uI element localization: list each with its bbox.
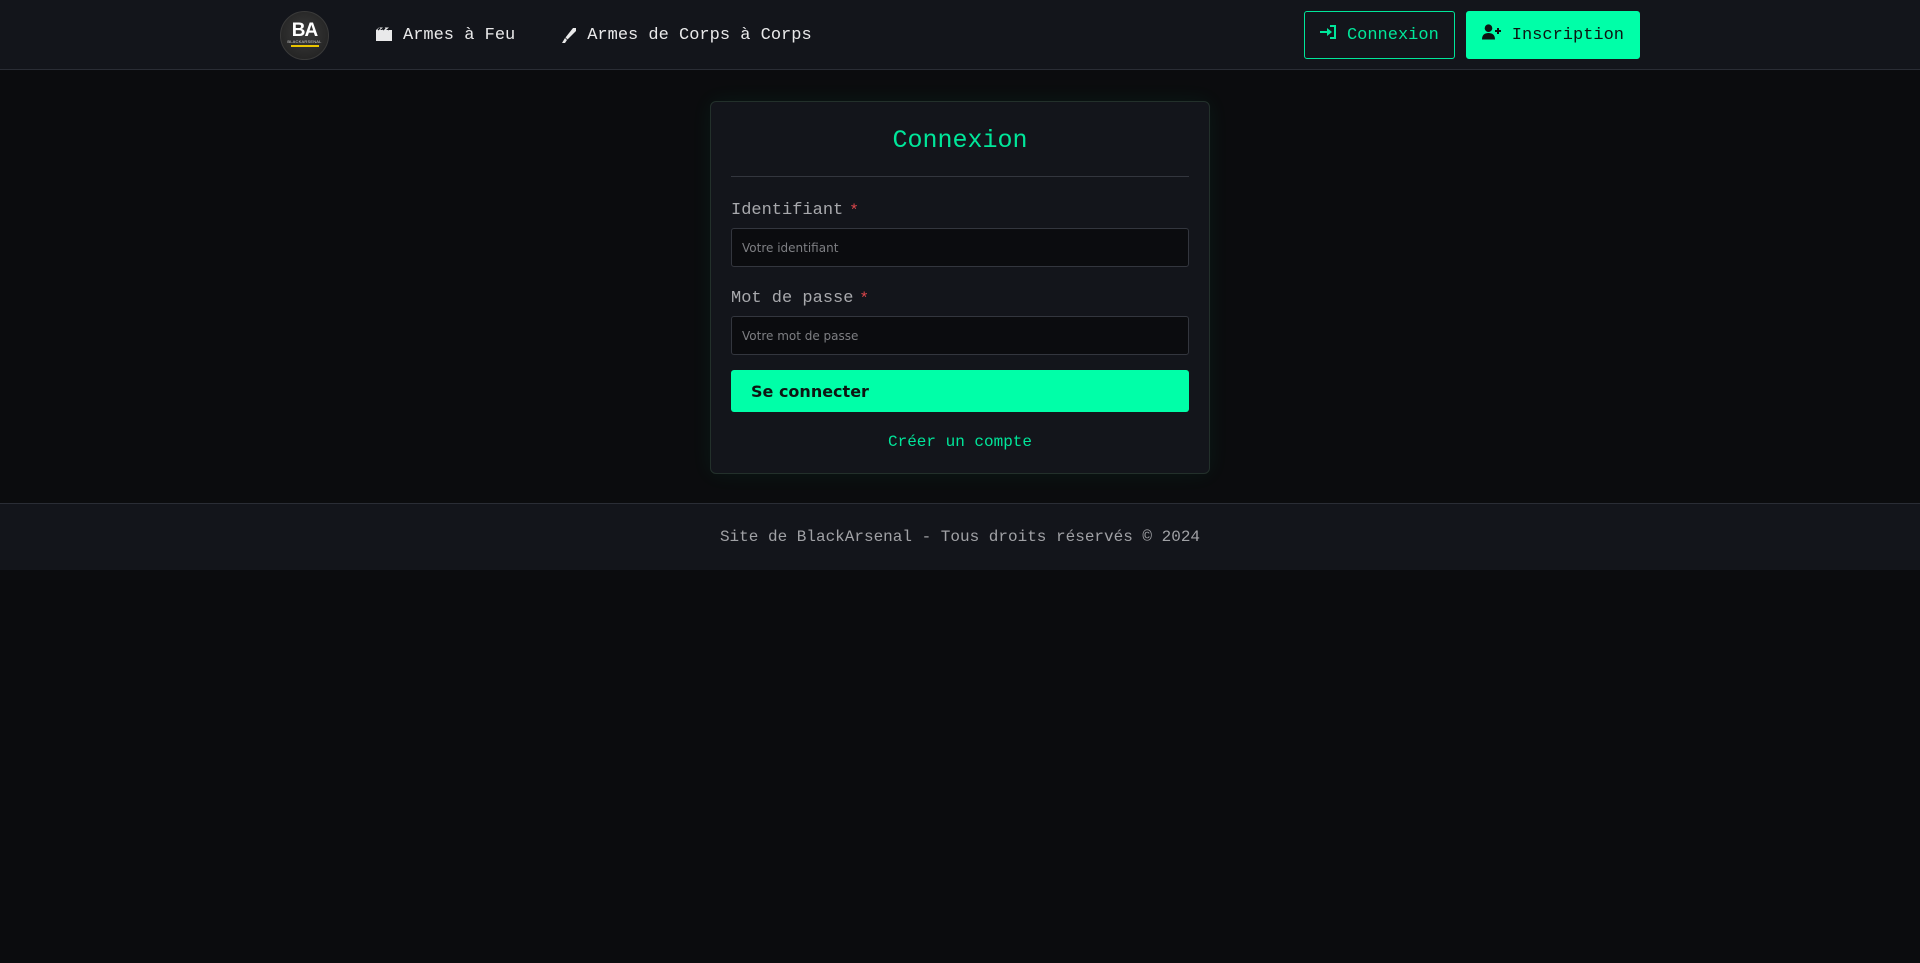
login-title: Connexion bbox=[892, 126, 1028, 155]
top-navbar: BA BLACKARSENAL Armes à Feu Armes de Cor… bbox=[0, 0, 1920, 70]
password-label: Mot de passe * bbox=[731, 289, 1189, 309]
nav-link-armes-a-feu[interactable]: Armes à Feu bbox=[375, 26, 515, 45]
login-nav-label: Connexion bbox=[1346, 25, 1439, 45]
knife-icon bbox=[561, 27, 577, 44]
site-logo[interactable]: BA BLACKARSENAL bbox=[280, 10, 329, 60]
footer-copyright: Site de BlackArsenal - Tous droits réser… bbox=[719, 528, 1201, 546]
user-plus-icon bbox=[1481, 24, 1502, 46]
required-indicator: * bbox=[849, 202, 859, 220]
nav-link-armes-corps-a-corps[interactable]: Armes de Corps à Corps bbox=[561, 25, 812, 45]
navbar-container: BA BLACKARSENAL Armes à Feu Armes de Cor… bbox=[280, 0, 1640, 70]
gun-icon bbox=[375, 27, 393, 43]
title-divider bbox=[731, 176, 1189, 177]
auth-actions: Connexion Inscription bbox=[1303, 11, 1640, 59]
signup-nav-button[interactable]: Inscription bbox=[1465, 11, 1640, 59]
signup-nav-label: Inscription bbox=[1511, 25, 1624, 45]
password-input[interactable] bbox=[731, 316, 1189, 355]
username-label-text: Identifiant bbox=[731, 201, 844, 220]
password-label-text: Mot de passe bbox=[731, 289, 854, 308]
login-arrow-icon bbox=[1319, 24, 1337, 46]
main-nav: Armes à Feu Armes de Corps à Corps bbox=[375, 26, 812, 45]
username-label: Identifiant * bbox=[731, 201, 1189, 221]
logo-underline bbox=[290, 44, 319, 47]
nav-link-label: Armes de Corps à Corps bbox=[587, 25, 812, 45]
submit-login-button[interactable]: Se connecter bbox=[731, 370, 1189, 412]
nav-link-label: Armes à Feu bbox=[403, 25, 516, 45]
login-card: Connexion Identifiant * Mot de passe * S… bbox=[710, 101, 1210, 474]
logo-mark: BA bbox=[291, 19, 318, 41]
required-indicator: * bbox=[859, 290, 870, 308]
logo-subtext: BLACKARSENAL bbox=[287, 38, 322, 44]
create-account-link[interactable]: Créer un compte bbox=[731, 433, 1189, 451]
login-nav-button[interactable]: Connexion bbox=[1303, 11, 1455, 59]
username-input[interactable] bbox=[731, 228, 1189, 267]
site-footer: Site de BlackArsenal - Tous droits réser… bbox=[0, 503, 1920, 570]
